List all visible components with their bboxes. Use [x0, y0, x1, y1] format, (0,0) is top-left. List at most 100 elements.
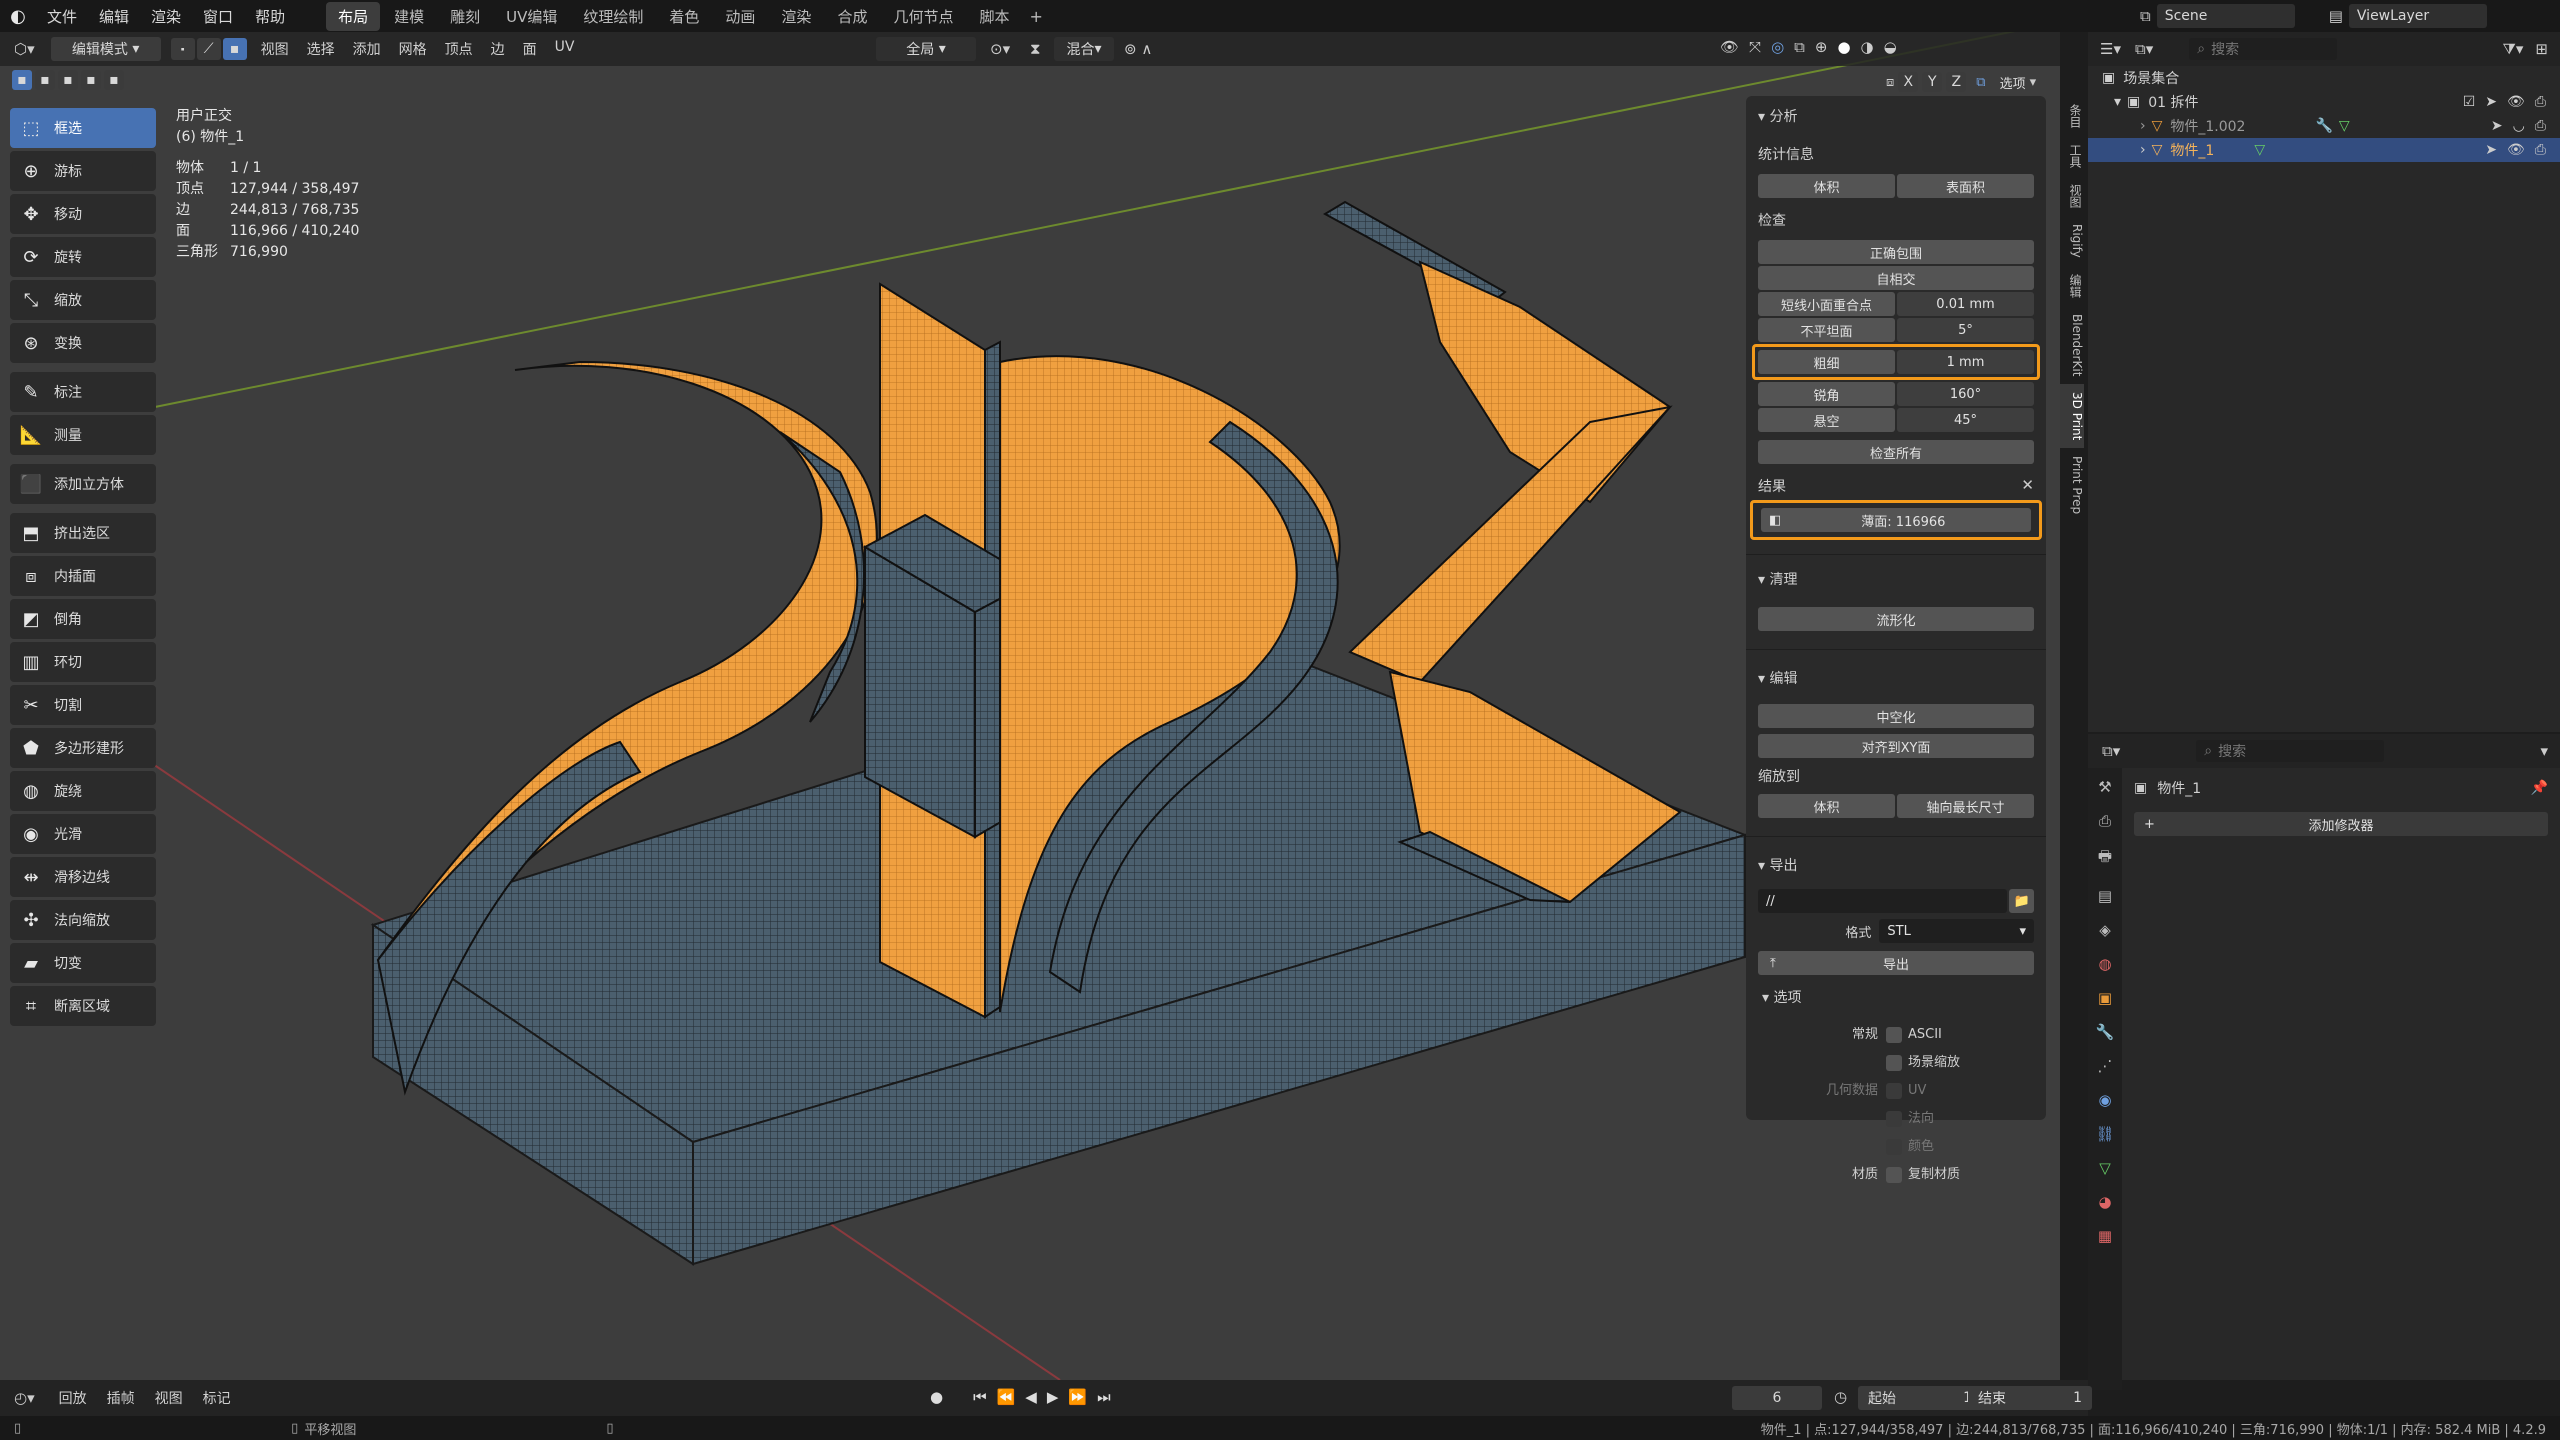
- select-intersect-button[interactable]: ▪: [104, 70, 124, 90]
- area-button[interactable]: 表面积: [1897, 174, 2034, 198]
- scene-collection-row[interactable]: ▣ 场景集合: [2088, 66, 2560, 90]
- folder-icon[interactable]: 📁: [2009, 889, 2034, 913]
- workspace-tab[interactable]: UV编辑: [494, 2, 569, 31]
- editor-type-icon[interactable]: ⬡▾: [14, 40, 35, 58]
- clock-icon[interactable]: ◷: [1834, 1388, 1847, 1406]
- new-collection-icon[interactable]: ⊞: [2535, 40, 2548, 58]
- snap-target[interactable]: 混合 ▾: [1054, 37, 1114, 61]
- sidebar-tab[interactable]: 视图: [2060, 176, 2084, 216]
- workspace-tab[interactable]: 纹理绘制: [571, 2, 655, 31]
- tool-scale[interactable]: ⤡ 缩放: [10, 280, 156, 320]
- view-layer-selector[interactable]: ViewLayer: [2348, 4, 2487, 28]
- tool-rip-region[interactable]: ⌗ 断离区域: [10, 986, 156, 1026]
- menu-window[interactable]: 窗口: [192, 6, 244, 27]
- analysis-header[interactable]: ▾ 分析: [1758, 106, 2034, 126]
- tool-bevel[interactable]: ◩ 倒角: [10, 599, 156, 639]
- sidebar-tab[interactable]: Rigify: [2060, 216, 2084, 266]
- outliner-search-input[interactable]: ⌕ 搜索: [2189, 38, 2338, 60]
- eye-icon[interactable]: 👁: [2507, 142, 2525, 158]
- check-sharp-button[interactable]: 锐角: [1758, 382, 1895, 406]
- select-arrow-icon[interactable]: ➤: [2491, 118, 2503, 134]
- add-modifier-button[interactable]: + 添加修改器: [2134, 812, 2548, 836]
- tool-loop-cut[interactable]: ▥ 环切: [10, 642, 156, 682]
- pivot-icon[interactable]: ⊙▾: [990, 40, 1010, 58]
- mode-selector[interactable]: 编辑模式 ▾: [50, 37, 161, 61]
- workspace-tab[interactable]: 动画: [713, 2, 767, 31]
- tool-cursor[interactable]: ⊕ 游标: [10, 151, 156, 191]
- axis-y-button[interactable]: Y: [1922, 72, 1943, 92]
- object-row[interactable]: › ▽ 物件_1.002 🔧 ▽ ➤ ◡ ⎙: [2088, 114, 2560, 138]
- make-manifold-button[interactable]: 流形化: [1758, 607, 2034, 631]
- export-path-field[interactable]: //: [1758, 889, 2008, 913]
- shading-solid-icon[interactable]: ●: [1837, 38, 1850, 56]
- uv-checkbox[interactable]: [1886, 1083, 1902, 1099]
- workspace-tab[interactable]: 合成: [825, 2, 879, 31]
- texture-icon[interactable]: ▦: [2098, 1227, 2112, 1245]
- select-arrow-icon[interactable]: ➤: [2485, 94, 2497, 110]
- timeline-menu-item[interactable]: 视图: [155, 1388, 183, 1408]
- eye-icon[interactable]: ◡: [2513, 118, 2525, 134]
- auto-merge-icon[interactable]: ⧉: [1976, 75, 1985, 90]
- cleanup-header[interactable]: ▾ 清理: [1758, 569, 2034, 589]
- degenerate-threshold-field[interactable]: 0.01 mm: [1897, 292, 2034, 316]
- world-icon[interactable]: ◍: [2098, 955, 2111, 973]
- transform-orientation[interactable]: 全局 ▾: [876, 37, 976, 61]
- mesh-data-icon[interactable]: ▽: [2339, 118, 2350, 134]
- viewport-menu-item[interactable]: UV: [555, 39, 575, 59]
- overlay-icon[interactable]: ◎: [1771, 38, 1784, 56]
- particles-icon[interactable]: ⋰: [2098, 1057, 2113, 1075]
- colors-checkbox[interactable]: [1886, 1139, 1902, 1155]
- render-icon[interactable]: ⎙: [2099, 812, 2111, 830]
- viewport-menu-item[interactable]: 添加: [353, 39, 381, 59]
- scene-scale-checkbox[interactable]: [1886, 1055, 1902, 1071]
- check-intersect-button[interactable]: 自相交: [1758, 266, 2034, 290]
- tool-edge-slide[interactable]: ⇹ 滑移边线: [10, 857, 156, 897]
- tool-smooth[interactable]: ◉ 光滑: [10, 814, 156, 854]
- tool-add-cube[interactable]: ⬛ 添加立方体: [10, 464, 156, 504]
- tool-measure[interactable]: 📐 测量: [10, 415, 156, 455]
- play-icon[interactable]: ▶: [1047, 1388, 1059, 1406]
- overhang-threshold-field[interactable]: 45°: [1897, 408, 2034, 432]
- result-thin-faces-button[interactable]: ◧ 薄面: 116966: [1761, 508, 2031, 532]
- view-layer-icon[interactable]: ▤: [2329, 7, 2343, 25]
- material-icon[interactable]: ◕: [2098, 1193, 2111, 1211]
- tool-move[interactable]: ✥ 移动: [10, 194, 156, 234]
- tool-extrude[interactable]: ⬒ 挤出选区: [10, 513, 156, 553]
- edge-select-button[interactable]: ⟋: [196, 38, 221, 60]
- normals-checkbox[interactable]: [1886, 1111, 1902, 1127]
- workspace-tab[interactable]: 雕刻: [438, 2, 492, 31]
- modifier-icon[interactable]: 🔧: [2315, 118, 2332, 134]
- outliner-editor-icon[interactable]: ☰▾: [2100, 40, 2121, 58]
- ascii-checkbox[interactable]: [1886, 1027, 1902, 1043]
- mesh-symmetry-icon[interactable]: ⧈: [1886, 75, 1894, 90]
- tool-icon[interactable]: ⚒: [2098, 778, 2111, 796]
- filter-icon[interactable]: ⧩▾: [2503, 40, 2524, 58]
- visibility-icon[interactable]: 👁: [1720, 38, 1739, 56]
- check-distort-button[interactable]: 不平坦面: [1758, 318, 1895, 342]
- workspace-tab[interactable]: 着色: [657, 2, 711, 31]
- scale-volume-button[interactable]: 体积: [1758, 794, 1895, 818]
- timeline-menu-item[interactable]: 插帧: [107, 1388, 135, 1408]
- wrench-icon[interactable]: 🔧: [2096, 1023, 2115, 1041]
- output-icon[interactable]: 🖶: [2098, 846, 2112, 871]
- tool-inset[interactable]: ⧈ 内插面: [10, 556, 156, 596]
- data-icon[interactable]: ▽: [2099, 1159, 2111, 1177]
- viewport-menu-item[interactable]: 顶点: [445, 39, 473, 59]
- timeline-menu-item[interactable]: 回放: [59, 1388, 87, 1408]
- export-header[interactable]: ▾ 导出: [1758, 855, 2034, 875]
- select-extend-button[interactable]: ▪: [35, 70, 55, 90]
- tool-rotate[interactable]: ⟳ 旋转: [10, 237, 156, 277]
- end-frame-field[interactable]: 结束 1: [1968, 1386, 2092, 1410]
- workspace-tab[interactable]: 几何节点: [881, 2, 965, 31]
- viewport-menu-item[interactable]: 边: [491, 39, 505, 59]
- collection-row[interactable]: ▾ ▣ 01 拆件 ☑ ➤ 👁 ⎙: [2088, 90, 2560, 114]
- constraints-icon[interactable]: ⛓: [2095, 1125, 2114, 1143]
- current-frame-field[interactable]: 6: [1732, 1386, 1822, 1410]
- play-reverse-icon[interactable]: ◀: [1025, 1388, 1037, 1406]
- check-solid-button[interactable]: 正确包围: [1758, 240, 2034, 264]
- next-keyframe-icon[interactable]: ⏩: [1068, 1388, 1087, 1406]
- scene-icon[interactable]: ⧉: [2140, 7, 2151, 25]
- volume-button[interactable]: 体积: [1758, 174, 1895, 198]
- sidebar-tab[interactable]: 编辑: [2060, 266, 2084, 306]
- tool-annotate[interactable]: ✎ 标注: [10, 372, 156, 412]
